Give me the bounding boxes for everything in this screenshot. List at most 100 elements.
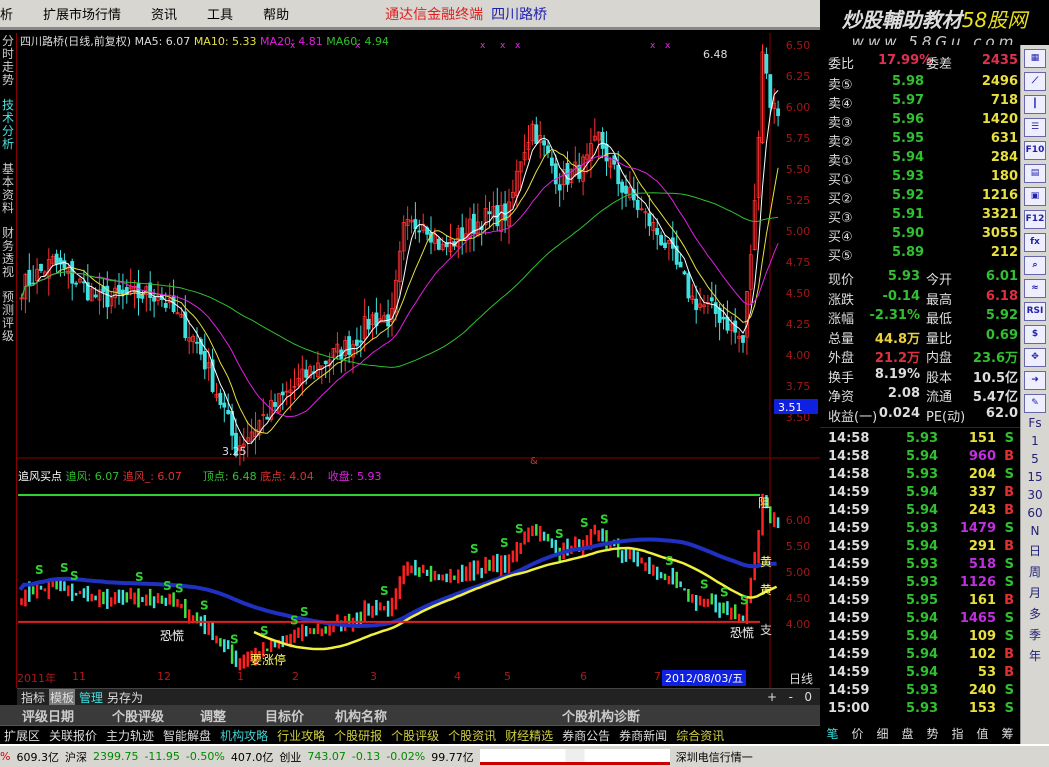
panel-tab[interactable]: 笔 [826, 725, 838, 742]
info-tab[interactable]: 机构攻略 [220, 727, 268, 744]
info-tab[interactable]: 行业攻略 [277, 727, 325, 744]
stat-label: 涨幅 [828, 312, 855, 327]
bottom-value: 底点: 4.04 [260, 470, 314, 483]
candle-body [163, 303, 168, 308]
zoom-in-button[interactable]: + [767, 690, 777, 704]
ask-price: 5.98 [892, 74, 925, 89]
save-as-button[interactable]: 另存为 [107, 689, 143, 706]
wave-icon[interactable]: ≈ [1024, 279, 1046, 298]
grid-icon[interactable]: ☰ [1024, 118, 1046, 137]
candle-body [265, 416, 270, 420]
candle-body [74, 282, 78, 285]
F12-icon[interactable]: F12 [1024, 210, 1046, 229]
candle-body [304, 369, 309, 378]
period-10[interactable]: 多 [1022, 605, 1048, 622]
zoom-out-button[interactable]: - [789, 690, 793, 704]
period-2[interactable]: 5 [1022, 452, 1048, 466]
period-label[interactable]: 日线 [789, 670, 813, 687]
isp-label: 深圳电信行情一 [675, 750, 753, 764]
period-3[interactable]: 15 [1022, 470, 1048, 484]
panel-tab[interactable]: 指 [951, 725, 963, 742]
ask-volume: 718 [990, 93, 1018, 108]
fx-icon[interactable]: fx [1024, 233, 1046, 252]
table-icon[interactable]: ▦ [1024, 49, 1046, 68]
period-0[interactable]: Fs [1022, 416, 1048, 430]
bag-icon[interactable]: ▣ [1024, 187, 1046, 206]
zoom-icon[interactable]: ⌕ [1024, 256, 1046, 275]
indicator-button[interactable]: 指标 [21, 689, 45, 706]
info-tab[interactable]: 智能解盘 [163, 727, 211, 744]
ask-label: 卖① [828, 154, 853, 169]
period-7[interactable]: 日 [1022, 542, 1048, 559]
period-9[interactable]: 月 [1022, 584, 1048, 601]
info-tab[interactable]: 主力轨迹 [106, 727, 154, 744]
stat-value: -2.31% [869, 308, 921, 323]
y-tick-label: 5.00 [786, 566, 811, 579]
panel-tab[interactable]: 盘 [901, 725, 913, 742]
weicha-label: 委差 [926, 57, 953, 72]
manage-button[interactable]: 管理 [79, 689, 103, 706]
tick-side: S [1004, 431, 1014, 446]
period-1[interactable]: 1 [1022, 434, 1048, 448]
candle-body [417, 230, 422, 233]
template-button[interactable]: 模板 [49, 688, 76, 706]
RSI-icon[interactable]: RSI [1024, 302, 1046, 321]
tick-time: 14:59 [828, 593, 870, 608]
candle-body [709, 297, 714, 302]
period-12[interactable]: 年 [1022, 647, 1048, 664]
period-5[interactable]: 60 [1022, 506, 1048, 520]
info-tab[interactable]: 关联报价 [49, 727, 97, 744]
tick-volume: 337 [968, 485, 996, 500]
info-tab[interactable]: 券商新闻 [619, 727, 667, 744]
candle-body [202, 351, 207, 370]
blue-trend-line [18, 537, 777, 628]
info-tab[interactable]: 扩展区 [4, 727, 40, 744]
panel-tab[interactable]: 值 [976, 725, 988, 742]
candle-body [280, 391, 285, 396]
panel-tab[interactable]: 细 [876, 725, 888, 742]
ma20-value: MA20: 4.81 [260, 35, 323, 48]
line-icon[interactable]: ⟋ [1024, 72, 1046, 91]
y-tick-label: 6.50 [786, 39, 811, 52]
quote-row: 涨幅 -2.31% 最低 5.92 [828, 308, 1018, 327]
bid-price: 5.92 [892, 188, 925, 203]
status-item: 99.77亿 [431, 750, 474, 764]
panel-tab[interactable]: 筹 [1001, 725, 1013, 742]
candle-body [39, 263, 43, 271]
info-tab[interactable]: 个股评级 [391, 727, 439, 744]
tick-time: 14:59 [828, 485, 870, 500]
tick-price: 5.94 [906, 503, 939, 518]
candle-icon[interactable]: ┃ [1024, 95, 1046, 114]
quote-row: 买④ 5.90 3055 [828, 226, 1018, 245]
zoom-reset-button[interactable]: 0 [804, 690, 812, 704]
stat-value: 5.47亿 [972, 390, 1018, 405]
period-4[interactable]: 30 [1022, 488, 1048, 502]
quote-row: 换手 8.19% 股本 10.5亿 [828, 367, 1018, 386]
info-tab[interactable]: 个股资讯 [448, 727, 496, 744]
period-8[interactable]: 周 [1022, 563, 1048, 580]
status-item: 2399.75 [92, 750, 139, 763]
exit-icon[interactable]: ➜ [1024, 371, 1046, 390]
period-6[interactable]: N [1022, 524, 1048, 538]
info-tab[interactable]: 券商公告 [562, 727, 610, 744]
candle-body [487, 211, 492, 215]
panel-tab[interactable]: 势 [926, 725, 938, 742]
candle-body [624, 185, 628, 194]
info-tab[interactable]: 财经精选 [505, 727, 553, 744]
period-11[interactable]: 季 [1022, 626, 1048, 643]
S-icon[interactable]: $ [1024, 325, 1046, 344]
candle-body [273, 402, 277, 407]
info-tab[interactable]: 综合资讯 [676, 727, 724, 744]
chart-icon[interactable]: ▤ [1024, 164, 1046, 183]
panel-tab[interactable]: 价 [851, 725, 863, 742]
info-tab[interactable]: 个股研报 [334, 727, 382, 744]
status-item: 407.0亿 [230, 750, 274, 764]
y-tick-label: 4.00 [786, 618, 811, 631]
pen-icon[interactable]: ✎ [1024, 394, 1046, 413]
candle-body [768, 74, 773, 108]
stat-value: 21.2万 [874, 351, 920, 366]
move-icon[interactable]: ✥ [1024, 348, 1046, 367]
price-chart[interactable]: xxxxxxxSSSSSSSSSSSSSSSSSSSSSSS6.506.256.… [0, 0, 820, 688]
ask-volume: 284 [990, 150, 1018, 165]
F10-icon[interactable]: F10 [1024, 141, 1046, 160]
